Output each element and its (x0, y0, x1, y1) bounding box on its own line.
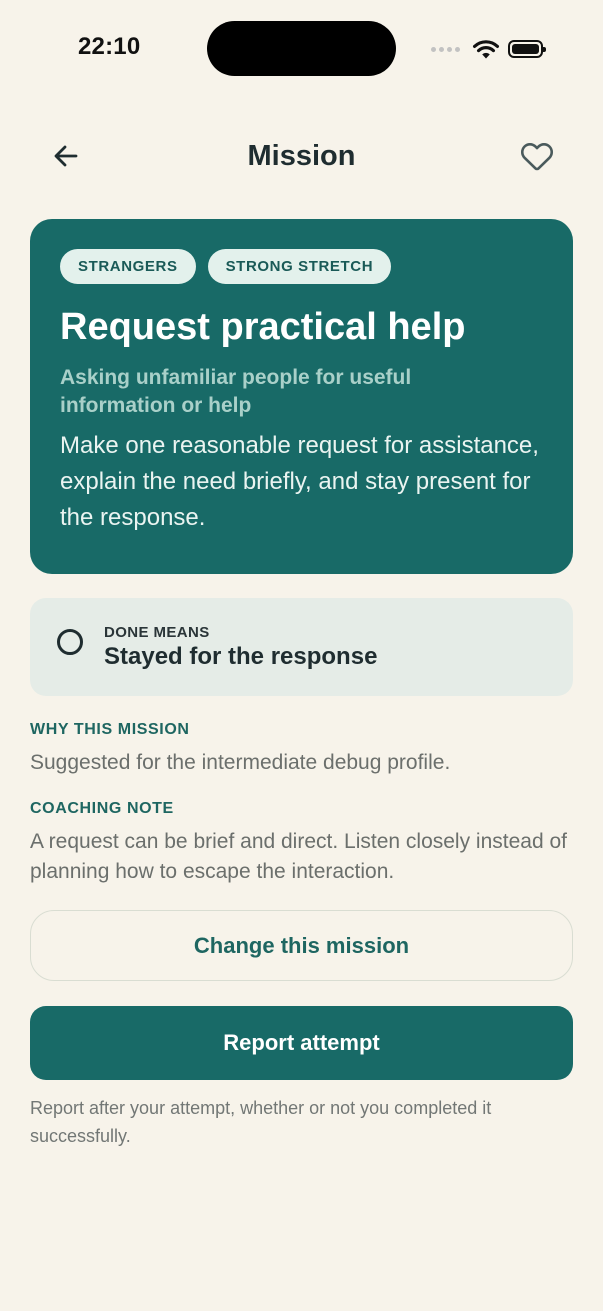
done-means-label: DONE MEANS (104, 624, 210, 641)
favorite-button[interactable] (515, 134, 559, 178)
wifi-icon (473, 40, 499, 59)
why-mission-label: WHY THIS MISSION (30, 721, 190, 738)
coaching-note-text: A request can be brief and direct. Liste… (30, 830, 567, 883)
mission-subtitle: Asking unfamiliar people for useful info… (60, 366, 412, 417)
tag-difficulty: STRONG STRETCH (207, 249, 392, 284)
heart-outline-icon (520, 143, 554, 171)
status-bar: 22:10 (0, 0, 603, 96)
done-means-value: Stayed for the response (104, 643, 378, 670)
mission-card: STRANGERS STRONG STRETCH Request practic… (30, 219, 573, 574)
status-icons (431, 37, 546, 61)
mission-title: Request practical help (60, 306, 466, 348)
page-title: Mission (247, 140, 356, 172)
done-radio-unchecked[interactable] (57, 629, 83, 655)
change-mission-button[interactable]: Change this mission (30, 910, 573, 981)
nav-header: Mission (0, 128, 603, 184)
why-mission-text: Suggested for the intermediate debug pro… (30, 751, 451, 774)
mission-description: Make one reasonable request for assistan… (60, 432, 539, 531)
coaching-note-label: COACHING NOTE (30, 800, 174, 817)
report-footnote: Report after your attempt, whether or no… (30, 1098, 492, 1146)
battery-icon (508, 40, 546, 58)
tag-category: STRANGERS (60, 249, 196, 284)
dynamic-island (207, 21, 396, 76)
cellular-signal-icon (431, 46, 460, 52)
status-time: 22:10 (78, 33, 141, 60)
report-attempt-button[interactable]: Report attempt (30, 1006, 573, 1080)
done-means-card[interactable]: DONE MEANS Stayed for the response (30, 598, 573, 696)
mission-tags: STRANGERS STRONG STRETCH (60, 249, 543, 284)
